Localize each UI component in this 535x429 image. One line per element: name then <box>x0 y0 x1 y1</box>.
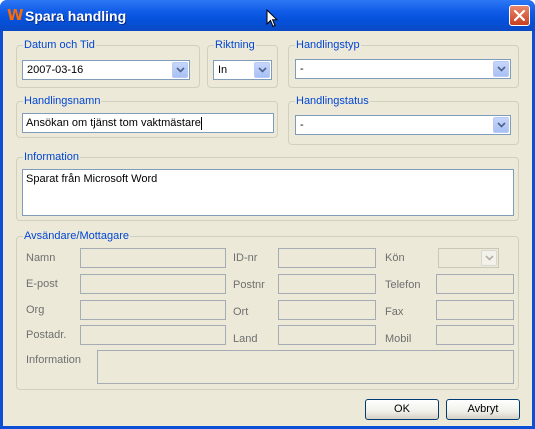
chevron-down-icon[interactable] <box>493 61 509 77</box>
chevron-down-icon[interactable] <box>172 62 188 78</box>
datum-group: Datum och Tid 2007-03-16 <box>16 39 200 88</box>
information-value: Sparat från Microsoft Word <box>26 173 158 185</box>
information-group: Information Sparat från Microsoft Word <box>16 151 519 221</box>
namn-field[interactable] <box>80 248 226 268</box>
org-label: Org <box>26 304 45 316</box>
contact-legend: Avsändare/Mottagare <box>23 230 130 243</box>
fax-field[interactable] <box>436 300 514 320</box>
chevron-down-icon[interactable] <box>493 117 509 133</box>
idnr-label: ID-nr <box>233 252 258 264</box>
ort-field[interactable] <box>278 300 376 320</box>
handlingstyp-group: Handlingstyp - <box>288 39 519 88</box>
handlingstyp-value: - <box>300 63 304 75</box>
cancel-button[interactable]: Avbryt <box>446 399 520 420</box>
epost-label: E-post <box>26 278 58 290</box>
contact-group: Avsändare/Mottagare Namn ID-nr Kön E-pos… <box>16 230 519 390</box>
idnr-field[interactable] <box>278 248 376 268</box>
handlingstyp-legend: Handlingstyp <box>295 39 361 52</box>
dialog-body: Datum och Tid 2007-03-16 Riktning In Han… <box>3 31 532 426</box>
postnr-label: Postnr <box>233 279 265 291</box>
handlingsnamn-value: Ansökan om tjänst tom vaktmästare <box>26 117 201 129</box>
mouse-cursor-icon <box>266 9 278 28</box>
kon-dropdown[interactable] <box>438 248 499 268</box>
handlingstatus-legend: Handlingstatus <box>295 95 370 108</box>
text-caret <box>200 117 202 130</box>
kon-label: Kön <box>385 252 405 264</box>
information-textarea[interactable]: Sparat från Microsoft Word <box>22 169 514 216</box>
telefon-label: Telefon <box>385 279 421 291</box>
telefon-field[interactable] <box>436 274 514 294</box>
handlingstatus-value: - <box>300 119 304 131</box>
namn-label: Namn <box>26 252 56 264</box>
handlingstyp-dropdown[interactable]: - <box>295 59 511 79</box>
postadr-field[interactable] <box>80 325 226 345</box>
handlingstatus-group: Handlingstatus - <box>288 95 519 145</box>
datum-dropdown[interactable]: 2007-03-16 <box>22 60 190 80</box>
riktning-legend: Riktning <box>214 39 256 52</box>
contact-information-field[interactable] <box>97 350 514 384</box>
datum-legend: Datum och Tid <box>23 39 96 52</box>
information-legend: Information <box>23 151 81 164</box>
riktning-group: Riktning In <box>207 39 278 88</box>
datum-value: 2007-03-16 <box>27 64 84 76</box>
handlingsnamn-group: Handlingsnamn Ansökan om tjänst tom vakt… <box>16 95 278 138</box>
fax-label: Fax <box>385 306 404 318</box>
word-app-icon: W <box>7 6 24 24</box>
window-title: Spara handling <box>25 8 127 24</box>
org-field[interactable] <box>80 300 226 320</box>
handlingsnamn-legend: Handlingsnamn <box>23 95 102 108</box>
riktning-dropdown[interactable]: In <box>213 60 272 80</box>
ort-label: Ort <box>233 306 249 318</box>
ok-button[interactable]: OK <box>365 399 439 420</box>
close-button[interactable] <box>509 5 530 26</box>
land-field[interactable] <box>278 325 376 345</box>
chevron-down-icon[interactable] <box>254 62 270 78</box>
chevron-down-icon[interactable] <box>481 250 497 266</box>
handlingstatus-dropdown[interactable]: - <box>295 115 511 135</box>
contact-information-label: Information <box>26 354 82 366</box>
postadr-label: Postadr. <box>26 329 67 341</box>
riktning-value: In <box>218 64 228 76</box>
land-label: Land <box>233 333 258 345</box>
epost-field[interactable] <box>80 274 226 294</box>
handlingsnamn-input[interactable]: Ansökan om tjänst tom vaktmästare <box>22 113 274 133</box>
mobil-field[interactable] <box>436 325 514 345</box>
mobil-label: Mobil <box>385 333 412 345</box>
dialog-window: W Spara handling Datum och Tid 2007-03-1… <box>0 0 535 429</box>
close-icon <box>513 9 526 22</box>
postnr-field[interactable] <box>278 274 376 294</box>
